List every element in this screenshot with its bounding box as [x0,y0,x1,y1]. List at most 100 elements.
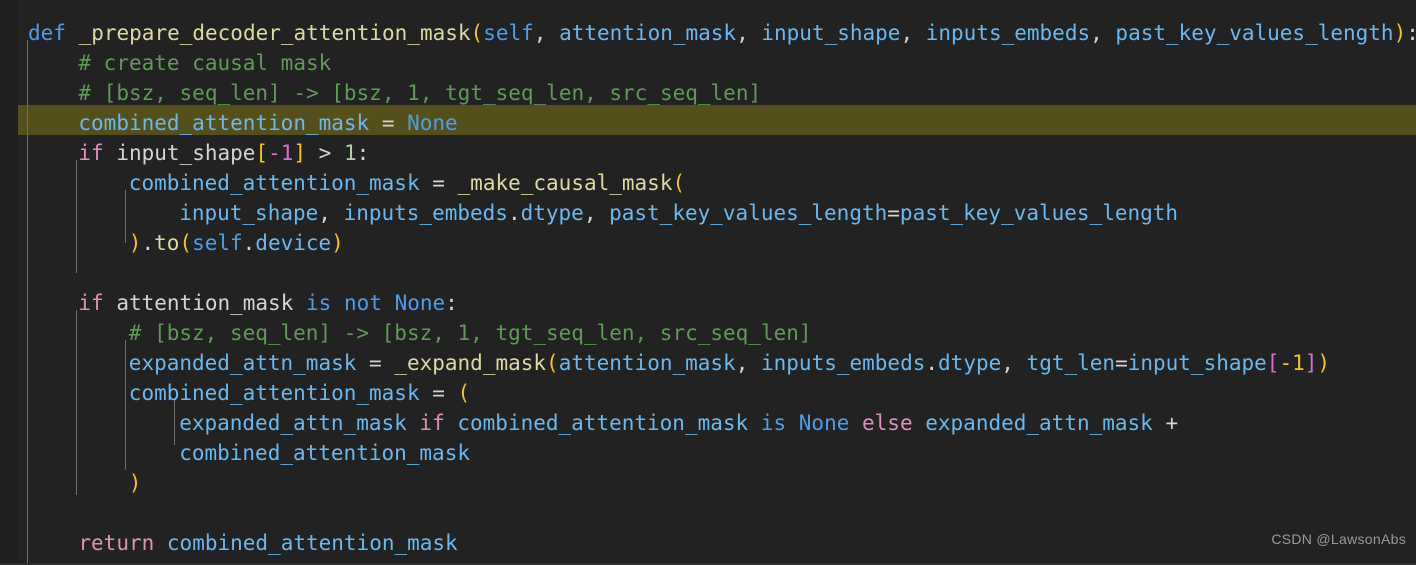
code-token: is [760,411,787,435]
code-token: , [900,21,926,45]
code-token: _make_causal_mask [457,171,673,195]
code-token: = [887,201,900,225]
code-line[interactable]: input_shape, inputs_embeds.dtype, past_k… [0,198,1178,228]
code-token: . [141,231,155,255]
code-token: = [419,381,458,405]
code-token: ) [331,231,344,255]
code-token: = [356,351,395,375]
code-token: not [343,291,382,315]
code-token: _expand_mask [394,351,547,375]
code-token: None [798,411,850,435]
code-token: = [1115,351,1128,375]
code-token: , [533,21,560,45]
code-token: if [419,411,445,435]
code-token: = [419,171,458,195]
code-token: None [407,111,458,135]
code-line[interactable]: expanded_attn_mask = _expand_mask(attent… [0,348,1330,378]
code-token: , [735,351,761,375]
code-line[interactable]: combined_attention_mask = ( [0,378,470,408]
code-token: expanded_attn_mask [179,411,407,435]
code-line[interactable]: def _prepare_decoder_attention_mask(self… [0,18,1416,48]
code-token: combined_attention_mask [457,411,749,435]
code-content[interactable]: def _prepare_decoder_attention_mask(self… [0,0,1416,565]
code-token: past_key_values_length [1115,21,1394,45]
code-line[interactable] [0,258,41,288]
code-token: # [bsz, seq_len] -> [bsz, 1, tgt_seq_len… [128,321,812,345]
code-token: : [356,141,370,165]
code-token: combined_attention_mask [166,531,458,555]
code-token: 1 [343,141,357,165]
code-token: ( [179,231,193,255]
code-token: self [192,231,243,255]
code-token: attention_mask [559,21,737,45]
code-token: inputs_embeds [925,21,1091,45]
code-line[interactable]: if input_shape[-1] > 1: [0,138,369,168]
code-token: expanded_attn_mask [128,351,357,375]
code-line[interactable]: if attention_mask is not None: [0,288,458,318]
code-token: ( [470,21,484,45]
code-token: dtype [520,201,584,225]
code-token: None [394,291,446,315]
code-line[interactable]: # create causal mask [0,48,331,78]
code-token: + [1152,411,1179,435]
code-token: past_key_values_length [899,201,1179,225]
code-token: , [1090,21,1116,45]
code-token: def [28,21,66,45]
code-line[interactable] [0,498,41,528]
code-token: [ [255,141,269,165]
code-token: > [306,141,344,165]
code-token: _prepare_decoder_attention_mask [78,21,471,45]
code-token: ( [546,351,559,375]
code-line[interactable]: # [bsz, seq_len] -> [bsz, 1, tgt_seq_len… [0,318,812,348]
code-token: , [583,201,610,225]
code-token: combined_attention_mask [78,111,370,135]
code-token: return [78,531,155,555]
code-token: ) [1317,351,1331,375]
code-token: else [862,411,913,435]
code-token: tgt_len [1026,351,1116,375]
code-token: past_key_values_length [609,201,888,225]
code-line[interactable]: combined_attention_mask = None [0,108,458,138]
code-token: if [78,291,104,315]
code-line[interactable]: combined_attention_mask = _make_causal_m… [0,168,685,198]
code-token: expanded_attn_mask [925,411,1153,435]
code-token: , [736,21,762,45]
code-token: combined_attention_mask [128,171,420,195]
code-token: input_shape [116,141,256,165]
code-token: dtype [938,351,1002,375]
code-token: inputs_embeds [761,351,926,375]
code-token: [ [1266,351,1280,375]
code-token: input_shape [761,21,901,45]
code-token: , [318,201,344,225]
code-line[interactable]: # [bsz, seq_len] -> [bsz, 1, tgt_seq_len… [0,78,761,108]
code-token: ] [293,141,307,165]
code-line[interactable]: expanded_attn_mask if combined_attention… [0,408,1178,438]
code-token: : [445,291,458,315]
code-line[interactable]: combined_attention_mask [0,438,470,468]
code-token: combined_attention_mask [128,381,420,405]
code-editor-viewport[interactable]: def _prepare_decoder_attention_mask(self… [0,0,1416,565]
code-token: # [bsz, seq_len] -> [bsz, 1, tgt_seq_len… [78,81,762,105]
code-line[interactable]: ).to(self.device) [0,228,344,258]
code-token: . [242,231,256,255]
code-token: input_shape [1127,351,1267,375]
code-token: to [154,231,180,255]
code-token: ) [128,471,142,495]
code-token: , [1001,351,1027,375]
code-token: : [1406,21,1416,45]
code-token: ( [672,171,686,195]
code-token: ) [128,231,142,255]
code-token: # create causal mask [78,51,332,75]
code-line[interactable]: return combined_attention_mask [0,528,458,558]
code-line[interactable]: ) [0,468,142,498]
csdn-watermark: CSDN @LawsonAbs [1271,531,1406,547]
